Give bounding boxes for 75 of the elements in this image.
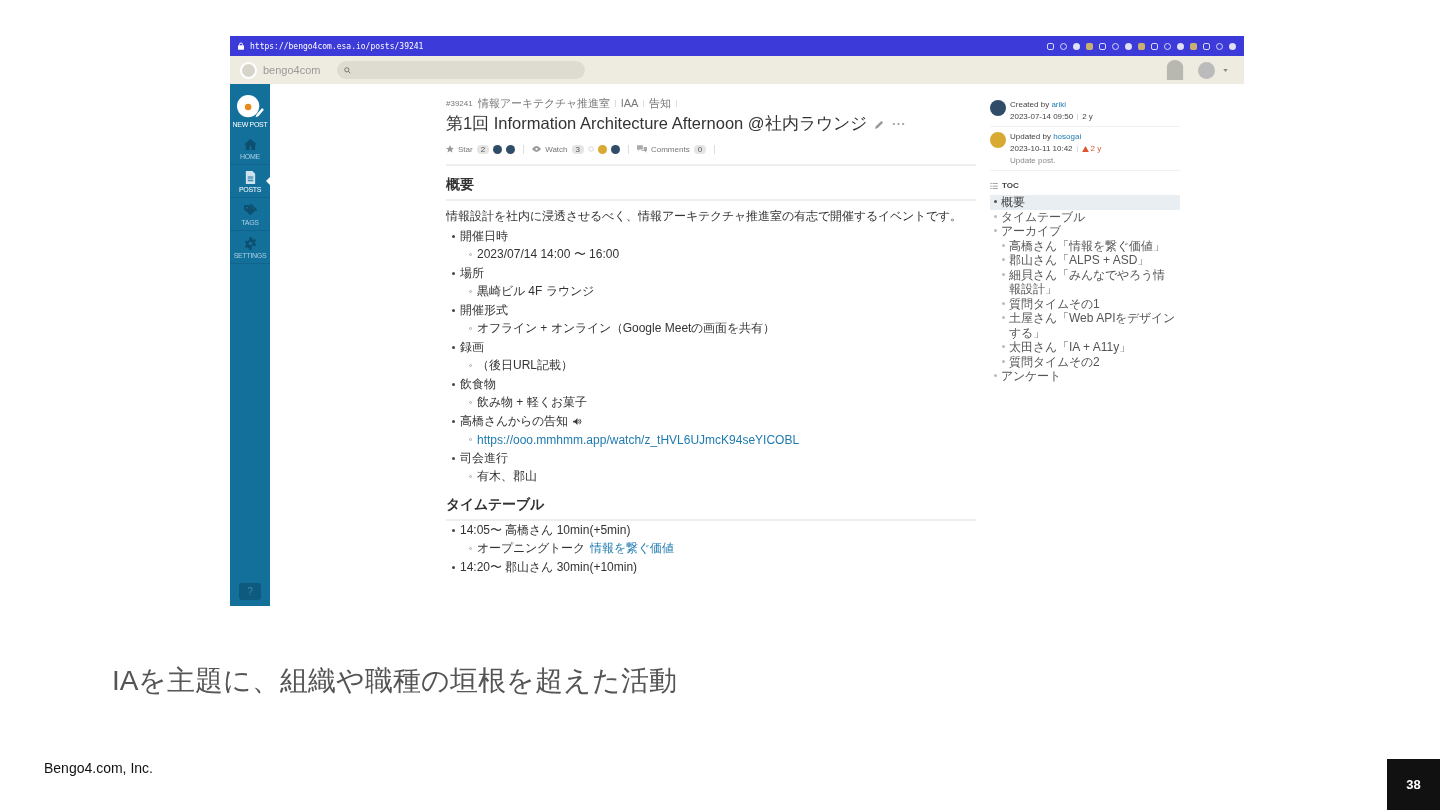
watch-count: 3 [571,144,584,154]
pencil-icon[interactable] [874,119,884,129]
list-item: オフライン + オンライン（Google Meetの画面を共有） [477,320,776,338]
toc-item[interactable]: 質問タイムその1 [1009,296,1100,311]
comments-icon[interactable] [636,145,647,153]
list-item: オープニングトーク [477,540,585,558]
list-item: 高橋さんからの告知 [460,412,568,430]
list-item: 14:20〜 郡山さん 30min(+10min) [460,558,638,576]
more-icon[interactable] [891,122,905,126]
address-bar-url[interactable]: https://bengo4com.esa.io/posts/39241 [250,41,424,51]
toc-item[interactable]: アーカイブ [1001,224,1061,239]
user-link[interactable]: ariki [1051,100,1067,109]
comments-label[interactable]: Comments [650,144,690,154]
age-text: 2 y [1082,112,1093,121]
list-item: 有木、郡山 [477,468,537,486]
toc-item[interactable]: タイムテーブル [1001,209,1085,224]
link[interactable]: 情報を繋ぐ価値 [590,540,674,558]
list-item: 14:05〜 高橋さん 10min(+5min) [460,521,631,539]
toc-item[interactable]: 質問タイムその2 [1009,354,1100,369]
star-count: 2 [476,144,490,154]
post-number: #39241 [446,98,473,108]
list-item: 開催形式 [460,301,508,319]
document-icon [243,171,257,184]
list-item: 飲み物 + 軽くお菓子 [477,394,587,412]
tags-icon [243,204,257,217]
toc-item[interactable]: 土屋さん「Web APIをデザインする」 [1009,311,1176,340]
breadcrumb-link[interactable]: 情報アーキテクチャ推進室 [477,95,610,111]
meta-label: Created by [1010,100,1050,109]
star-icon[interactable] [446,145,454,153]
caret-icon[interactable] [1223,68,1228,72]
home-icon [243,138,257,151]
toc-item[interactable]: 郡山さん「ALPS + ASD」 [1009,253,1150,268]
user-link[interactable]: hosogai [1053,132,1082,141]
speaker-icon [573,417,582,425]
toc-item[interactable]: 太田さん「IA + A11y」 [1009,340,1132,355]
lock-icon [238,42,244,50]
age-text: 2 y [1090,144,1102,153]
list-icon [990,182,998,189]
list-item: 録画 [460,338,484,356]
footer-text: Bengo4.com, Inc. [44,760,153,776]
slide-caption: IAを主題に、組織や職種の垣根を超えた活動 [112,664,679,698]
star-label[interactable]: Star [458,144,473,154]
gear-icon [243,237,257,250]
list-item: （後日URL記載） [477,357,573,375]
link[interactable]: https://ooo.mmhmm.app/watch/z_tHVL6UJmcK94seYICOBL [477,432,800,447]
paragraph: 情報設計を社内に浸透させるべく、情報アーキテクチャ推進室の有志で開催するイベントです。 [446,209,963,223]
section-heading: 概要 [446,176,976,201]
list-item: 司会進行 [460,449,508,467]
date-text: 2023-07-14 09:50 [1010,112,1074,121]
search-icon [343,66,351,74]
toc-item[interactable]: 高橋さん「情報を繋ぐ価値」 [1009,238,1165,253]
list-item: 場所 [460,264,484,282]
list-item: 飲食物 [460,375,496,393]
new-post-icon[interactable] [236,94,264,120]
comments-count: 0 [693,144,707,154]
toc-item[interactable]: 概要 [1001,195,1025,210]
list-item: 開催日時 [460,227,508,245]
breadcrumb-link[interactable]: 告知 [649,95,672,111]
toc-title: TOC [1002,181,1019,190]
breadcrumb-link[interactable]: IAA [620,97,639,109]
watch-label[interactable]: Watch [545,144,568,154]
search-field[interactable] [336,61,585,79]
meta-label: Updated by [1010,132,1051,141]
update-note: Update post. [1010,156,1057,165]
page-number: 38 [1387,759,1440,810]
date-text: 2023-10-11 10:42 [1010,144,1073,153]
list-item: 黒崎ビル 4F ラウンジ [477,283,594,301]
avatar[interactable] [990,100,1006,116]
toc-item[interactable]: 細貝さん「みんなでやろう情報設計」 [1009,267,1176,297]
toc-item[interactable]: アンケート [1001,369,1061,384]
eye-icon[interactable] [532,146,542,152]
list-item: 2023/07/14 14:00 〜 16:00 [477,246,620,264]
spinner-icon [587,146,594,152]
section-heading: タイムテーブル [446,496,976,521]
post-title: 第1回 Information Architecture Afternoon @社内ラウンジ [446,113,867,134]
